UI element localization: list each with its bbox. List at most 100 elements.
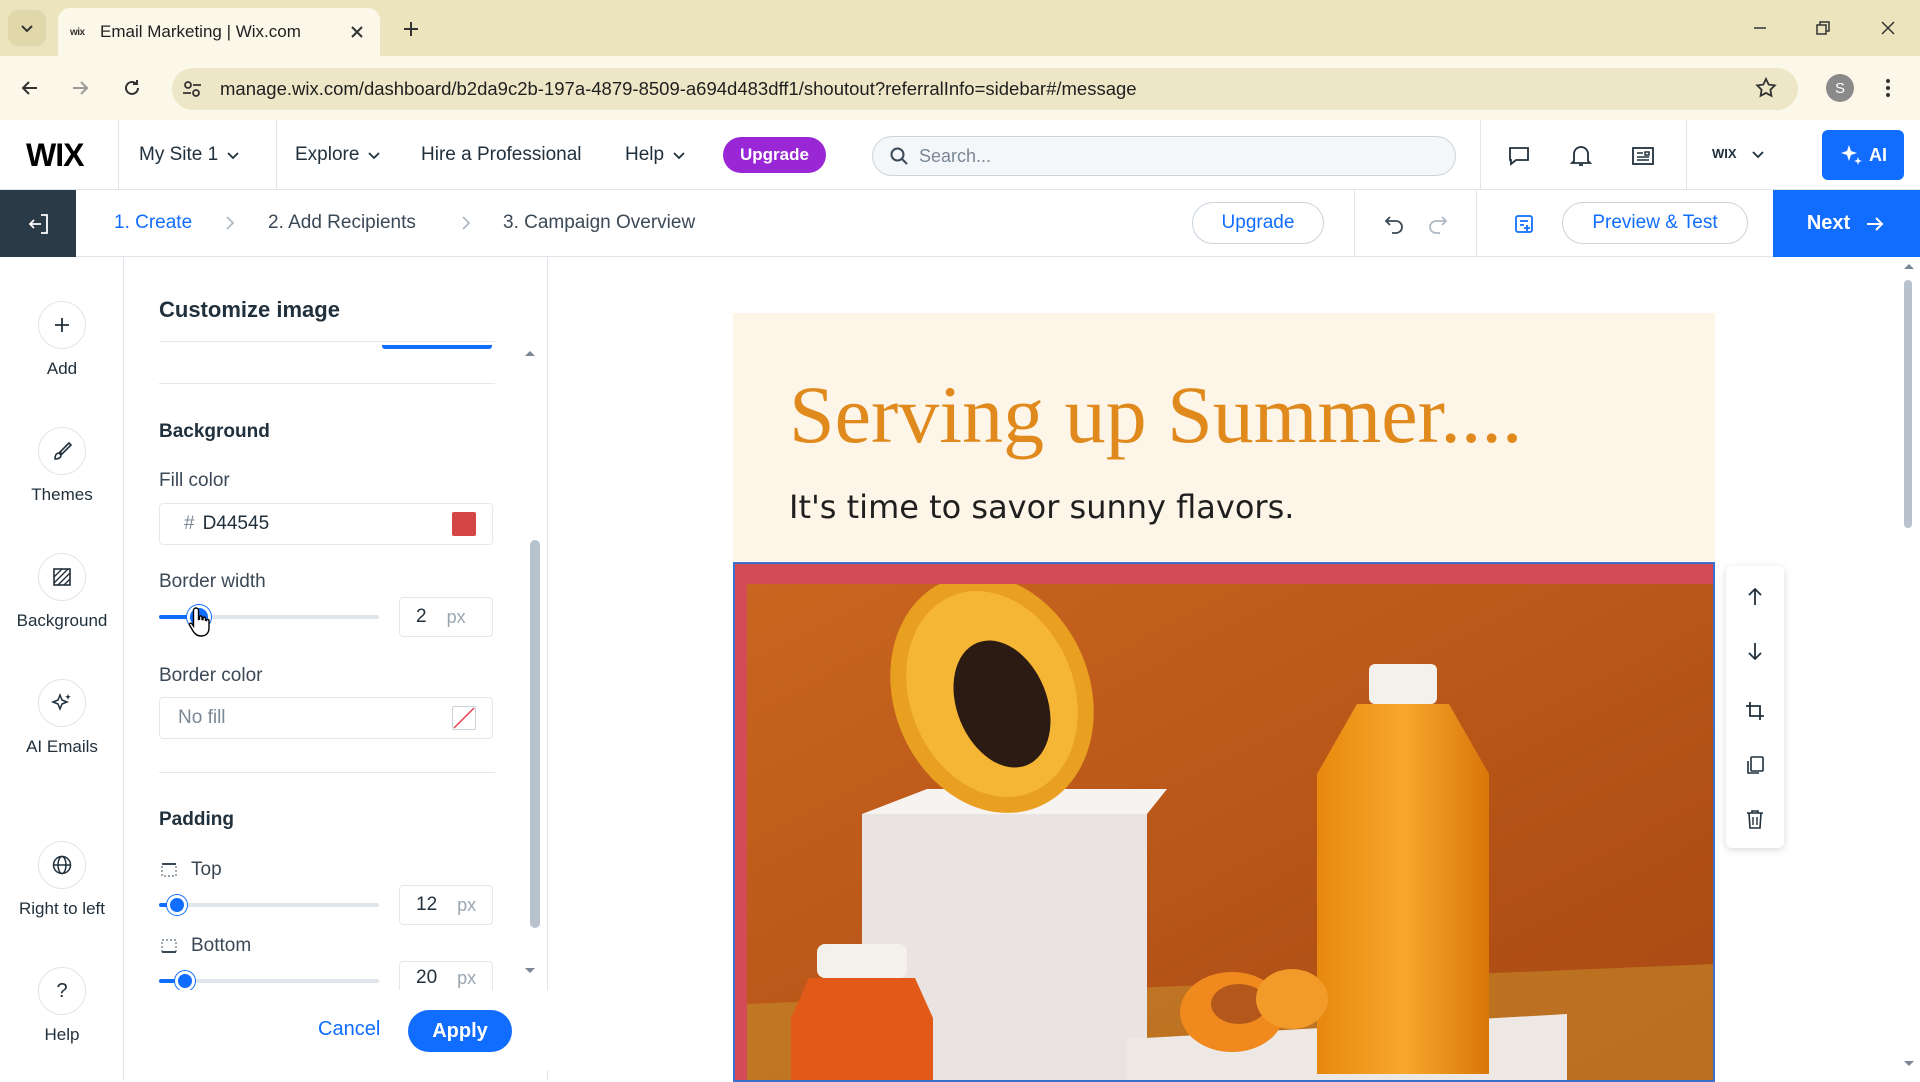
browser-tab[interactable]: wix Email Marketing | Wix.com [58, 8, 380, 56]
apply-button[interactable]: Apply [408, 1010, 512, 1052]
bookmark-star-icon[interactable] [1754, 76, 1778, 100]
rail-ai-emails[interactable]: AI Emails [0, 679, 124, 757]
browser-menu-icon[interactable] [1876, 76, 1900, 100]
panel-scrollbar[interactable] [530, 540, 540, 928]
divider [1354, 190, 1355, 257]
news-button[interactable] [1629, 142, 1657, 170]
padding-bottom-value[interactable]: 20 [416, 967, 437, 989]
profile-avatar[interactable]: S [1826, 74, 1854, 102]
border-width-input[interactable]: 2 px [399, 597, 493, 637]
padding-top-input[interactable]: 12 px [399, 885, 493, 925]
border-color-value[interactable]: No fill [178, 707, 452, 729]
rail-label: Background [16, 611, 108, 630]
notifications-button[interactable] [1567, 142, 1595, 170]
fill-color-field[interactable]: # D44545 [159, 503, 493, 545]
newspaper-icon [1632, 147, 1654, 165]
window-close-button[interactable] [1868, 12, 1908, 44]
hire-professional-link[interactable]: Hire a Professional [421, 144, 582, 166]
padding-bottom-slider[interactable] [159, 971, 379, 991]
email-headline[interactable]: Serving up Summer.... [789, 368, 1522, 462]
globe-icon [38, 841, 86, 889]
border-color-field[interactable]: No fill [159, 697, 493, 739]
email-image-block[interactable] [733, 562, 1715, 1082]
customize-image-panel: Customize image Background Fill color # … [124, 257, 548, 1080]
slider-thumb[interactable] [167, 895, 187, 915]
tab-close-button[interactable] [346, 21, 368, 43]
site-info-icon[interactable] [180, 77, 204, 101]
wix-top-bar: WIX My Site 1 Explore Hire a Professiona… [0, 120, 1920, 190]
border-color-label: Border color [159, 665, 263, 686]
no-fill-swatch-icon[interactable] [452, 706, 476, 730]
padding-top-value[interactable]: 12 [416, 894, 437, 916]
arrow-right-icon [1867, 216, 1884, 231]
restore-button[interactable] [1803, 12, 1843, 44]
reload-icon [125, 80, 139, 95]
search-input[interactable] [919, 145, 1399, 167]
account-menu[interactable]: WIX [1712, 146, 1765, 161]
cancel-button[interactable]: Cancel [318, 1018, 380, 1041]
upgrade-button[interactable]: Upgrade [723, 137, 826, 173]
exit-icon [28, 213, 48, 234]
email-subheading[interactable]: It's time to savor sunny flavors. [789, 488, 1294, 526]
move-down-button[interactable] [1742, 638, 1768, 664]
crop-button[interactable] [1742, 698, 1768, 724]
back-button[interactable] [14, 72, 46, 104]
minimize-button[interactable] [1740, 12, 1780, 44]
fill-color-value[interactable]: D44545 [203, 513, 452, 535]
canvas-scrollbar[interactable] [1904, 280, 1912, 528]
padding-top-slider[interactable] [159, 895, 379, 915]
scroll-up-arrow-icon[interactable] [524, 349, 536, 357]
rail-background[interactable]: Background [0, 553, 124, 631]
ai-assistant-button[interactable]: AI [1822, 130, 1904, 180]
tab-list-button[interactable] [8, 10, 46, 46]
help-menu[interactable]: Help [625, 144, 686, 166]
fill-color-swatch[interactable] [452, 512, 476, 536]
wix-logo[interactable]: WIX [26, 137, 84, 174]
reload-button[interactable] [116, 72, 148, 104]
duplicate-icon [1747, 756, 1764, 774]
plus-icon [38, 301, 86, 349]
canvas-scroll-down-icon[interactable] [1903, 1060, 1915, 1068]
delete-button[interactable] [1742, 806, 1768, 832]
canvas-scroll-up-icon[interactable] [1903, 262, 1915, 270]
rail-help[interactable]: ? Help [0, 967, 124, 1045]
rail-add[interactable]: Add [0, 301, 124, 379]
step-add-recipients[interactable]: 2. Add Recipients [268, 212, 416, 234]
border-width-value[interactable]: 2 [416, 606, 427, 628]
new-tab-button[interactable] [396, 14, 426, 44]
search-bar[interactable] [872, 136, 1456, 176]
block-actions-toolbar [1726, 566, 1784, 848]
step-create[interactable]: 1. Create [114, 212, 192, 234]
forward-button[interactable] [64, 72, 96, 104]
messages-button[interactable] [1505, 142, 1533, 170]
site-selector[interactable]: My Site 1 [139, 144, 240, 166]
brush-icon [38, 427, 86, 475]
chevron-right-icon [462, 216, 471, 230]
rail-themes[interactable]: Themes [0, 427, 124, 505]
editor-upgrade-button[interactable]: Upgrade [1192, 202, 1324, 244]
duplicate-button[interactable] [1742, 752, 1768, 778]
unit-label: px [457, 967, 477, 988]
panel-title: Customize image [159, 297, 340, 322]
hash-prefix: # [184, 513, 195, 534]
scroll-down-arrow-icon[interactable] [524, 967, 536, 975]
undo-button[interactable] [1380, 210, 1408, 238]
divider [1686, 120, 1687, 190]
redo-button[interactable] [1424, 210, 1452, 238]
border-width-label: Border width [159, 571, 266, 592]
url-text[interactable]: manage.wix.com/dashboard/b2da9c2b-197a-4… [220, 78, 1137, 100]
step-campaign-overview[interactable]: 3. Campaign Overview [503, 212, 695, 234]
restore-icon [1816, 21, 1830, 35]
rail-right-to-left[interactable]: Right to left [0, 841, 124, 919]
divider [1476, 190, 1477, 257]
exit-editor-button[interactable] [0, 190, 76, 257]
next-button[interactable]: Next [1773, 190, 1920, 257]
preview-test-button[interactable]: Preview & Test [1562, 202, 1748, 244]
divider [159, 772, 495, 773]
move-up-button[interactable] [1742, 584, 1768, 610]
next-label: Next [1806, 212, 1851, 234]
save-template-button[interactable] [1510, 210, 1538, 238]
explore-label: Explore [295, 144, 360, 165]
slider-thumb[interactable] [175, 971, 195, 991]
explore-menu[interactable]: Explore [295, 144, 381, 166]
